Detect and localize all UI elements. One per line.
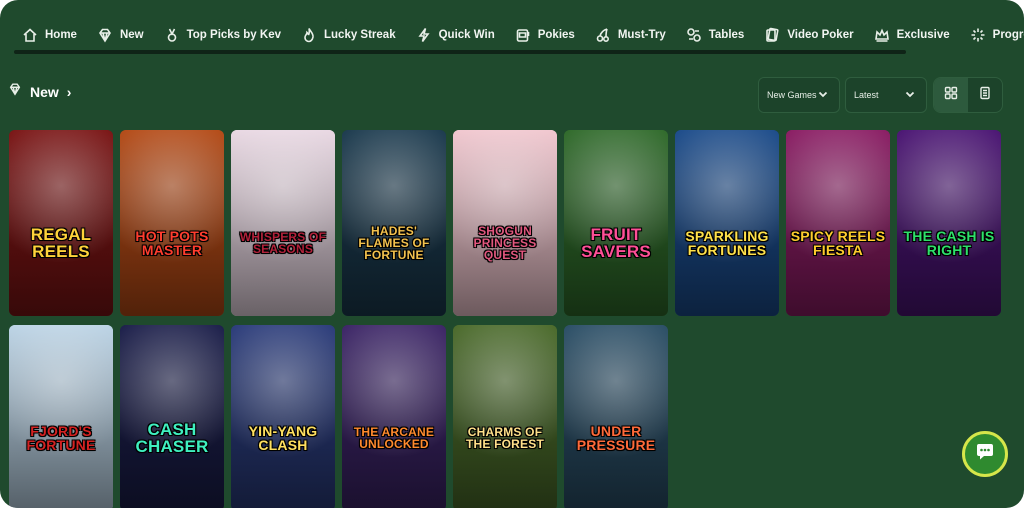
- game-artwork: [9, 130, 113, 316]
- game-title: CHARMS OF THE FOREST: [465, 425, 544, 451]
- game-title: CASH CHASER: [135, 420, 209, 456]
- nav-label: New: [119, 29, 144, 41]
- chat-bubble-icon: [974, 441, 996, 468]
- nav-label: Video Poker: [787, 29, 854, 41]
- sort-dropdown[interactable]: Latest: [845, 77, 927, 113]
- game-artwork: [564, 130, 668, 316]
- nav-label: Progressives: [992, 29, 1024, 41]
- filter-dropdown[interactable]: New Games: [758, 77, 840, 113]
- game-artwork: [231, 130, 335, 316]
- game-title: SPICY REELS FIESTA: [790, 228, 886, 258]
- chevron-right-icon: ›: [66, 83, 72, 100]
- list-icon: [978, 86, 992, 105]
- game-artwork: [120, 130, 224, 316]
- game-title: HOT POTS MASTER: [135, 228, 209, 258]
- cherry-icon: [595, 27, 611, 43]
- nav-scrollbar[interactable]: [14, 50, 906, 54]
- game-tile[interactable]: THE ARCANE UNLOCKED: [342, 325, 446, 508]
- game-tile[interactable]: CASH CHASER: [120, 325, 224, 508]
- game-title: REGAL REELS: [30, 225, 92, 261]
- nav-label: Must-Try: [617, 29, 666, 41]
- home-icon: [22, 27, 38, 43]
- game-artwork: [897, 130, 1001, 316]
- chat-button[interactable]: [962, 431, 1008, 477]
- chips-icon: [686, 27, 702, 43]
- medal-icon: [164, 27, 180, 43]
- game-artwork: [786, 130, 890, 316]
- chevron-down-icon: [904, 88, 916, 102]
- game-title: YIN-YANG CLASH: [248, 423, 318, 453]
- game-tile[interactable]: REGAL REELS: [9, 130, 113, 316]
- casino-page: Home New Top Picks by Kev Lucky Streak Q…: [0, 0, 1024, 508]
- nav-label: Pokies: [537, 29, 575, 41]
- grid-view-button[interactable]: [934, 78, 968, 112]
- game-artwork: [231, 325, 335, 508]
- nav-item-progressives[interactable]: Progressives: [970, 12, 1024, 58]
- game-artwork: [120, 325, 224, 508]
- game-tile[interactable]: SPARKLING FORTUNES: [675, 130, 779, 316]
- game-artwork: [453, 325, 557, 508]
- cards-icon: [764, 27, 780, 43]
- game-tile[interactable]: FRUIT SAVERS: [564, 130, 668, 316]
- game-artwork: [342, 325, 446, 508]
- nav-label: Lucky Streak: [324, 29, 396, 41]
- nav-label: Home: [45, 29, 77, 41]
- flame-icon: [301, 27, 317, 43]
- game-title: SPARKLING FORTUNES: [685, 228, 769, 258]
- list-view-button[interactable]: [968, 78, 1002, 112]
- section-header[interactable]: New ›: [8, 82, 71, 101]
- diamond-icon: [97, 27, 113, 43]
- game-title: UNDER PRESSURE: [576, 423, 656, 453]
- game-title: FJORD'S FORTUNE: [26, 423, 96, 453]
- filter-value: New Games: [767, 90, 817, 100]
- game-tile[interactable]: CHARMS OF THE FOREST: [453, 325, 557, 508]
- game-artwork: [675, 130, 779, 316]
- lightning-icon: [416, 27, 432, 43]
- game-artwork: [564, 325, 668, 508]
- game-tile[interactable]: SHOGUN PRINCESS QUEST: [453, 130, 557, 316]
- game-tile[interactable]: HOT POTS MASTER: [120, 130, 224, 316]
- game-tile[interactable]: HADES' FLAMES OF FORTUNE: [342, 130, 446, 316]
- game-tile[interactable]: FJORD'S FORTUNE: [9, 325, 113, 508]
- nav-label: Top Picks by Kev: [186, 29, 281, 41]
- view-toggle: [933, 77, 1003, 113]
- game-tile[interactable]: WHISPERS OF SEASONS: [231, 130, 335, 316]
- game-tile[interactable]: UNDER PRESSURE: [564, 325, 668, 508]
- game-artwork: [9, 325, 113, 508]
- game-title: THE ARCANE UNLOCKED: [353, 425, 435, 451]
- game-tile[interactable]: YIN-YANG CLASH: [231, 325, 335, 508]
- chevron-down-icon: [817, 88, 829, 102]
- nav-label: Quick Win: [438, 29, 495, 41]
- game-artwork: [342, 130, 446, 316]
- game-title: THE CASH IS RIGHT: [903, 228, 995, 258]
- game-title: FRUIT SAVERS: [581, 225, 651, 261]
- nav-label: Exclusive: [896, 29, 950, 41]
- game-tile[interactable]: SPICY REELS FIESTA: [786, 130, 890, 316]
- sparkle-icon: [970, 27, 986, 43]
- section-title: New: [30, 83, 59, 100]
- game-title: SHOGUN PRINCESS QUEST: [473, 224, 537, 262]
- game-title: HADES' FLAMES OF FORTUNE: [358, 224, 430, 262]
- diamond-icon: [8, 82, 22, 101]
- sort-value: Latest: [854, 90, 879, 100]
- slot-machine-icon: [515, 27, 531, 43]
- game-title: WHISPERS OF SEASONS: [239, 230, 327, 256]
- game-artwork: [453, 130, 557, 316]
- grid-icon: [944, 86, 958, 105]
- game-tile[interactable]: THE CASH IS RIGHT: [897, 130, 1001, 316]
- crown-icon: [874, 27, 890, 43]
- nav-label: Tables: [708, 29, 745, 41]
